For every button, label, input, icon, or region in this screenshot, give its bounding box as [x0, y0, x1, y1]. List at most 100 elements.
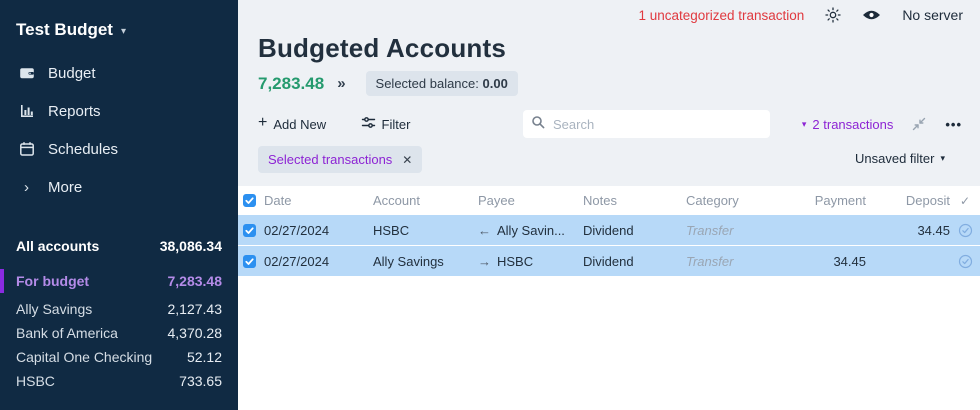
cell-category[interactable]: Transfer: [686, 223, 790, 238]
sidebar-item-label: Budget: [48, 65, 96, 82]
sidebar-item-reports[interactable]: Reports: [0, 92, 238, 130]
row-checkbox-cell: [238, 255, 264, 268]
sidebar-nav: Budget Reports Schedules › More: [0, 54, 238, 206]
transfer-arrow-right-icon: →: [478, 254, 491, 269]
cell-category[interactable]: Transfer: [686, 254, 790, 269]
sidebar-item-all-accounts[interactable]: All accounts 38,086.34: [0, 232, 238, 260]
column-header-date[interactable]: Date: [264, 193, 373, 208]
close-icon[interactable]: ✕: [402, 153, 412, 167]
toolbar-right: ▾ 2 transactions •••: [802, 110, 962, 138]
collapse-rows-icon[interactable]: [911, 116, 927, 132]
caret-down-icon: ▾: [940, 153, 945, 164]
column-header-payee[interactable]: Payee: [478, 193, 583, 208]
cleared-status-icon[interactable]: [958, 254, 973, 269]
more-menu-icon[interactable]: •••: [945, 117, 962, 132]
selected-balance-chip: Selected balance: 0.00: [366, 71, 518, 96]
filter-chip-row: Selected transactions ✕ Unsaved filter ▾: [258, 146, 980, 174]
sidebar-item-schedules[interactable]: Schedules: [0, 130, 238, 168]
transactions-count-dropdown[interactable]: ▾ 2 transactions: [802, 117, 893, 132]
account-name: Ally Savings: [16, 301, 92, 317]
bar-chart-icon: [18, 103, 35, 120]
cleared-check-icon: ✓: [960, 194, 970, 208]
page-title: Budgeted Accounts: [258, 33, 506, 64]
cell-account[interactable]: Ally Savings: [373, 254, 478, 269]
account-balance: 4,370.28: [168, 325, 223, 341]
cell-date[interactable]: 02/27/2024: [264, 254, 373, 269]
row-checkbox-cell: [238, 224, 264, 237]
theme-sun-icon[interactable]: [825, 7, 841, 23]
budget-file-menu[interactable]: Test Budget ▾: [0, 0, 238, 54]
search-input[interactable]: [551, 116, 762, 133]
budget-file-name: Test Budget: [16, 20, 113, 40]
transaction-row[interactable]: 02/27/2024 Ally Savings →HSBC Dividend T…: [238, 246, 980, 276]
sidebar-item-for-budget[interactable]: For budget 7,283.48: [0, 268, 238, 294]
plus-icon: +: [258, 115, 267, 133]
row-checkbox[interactable]: [243, 224, 256, 237]
cell-payee[interactable]: ←Ally Savin...: [478, 223, 583, 238]
account-name: Bank of America: [16, 325, 118, 341]
column-header-category[interactable]: Category: [686, 193, 790, 208]
selected-balance-value: 0.00: [483, 76, 508, 91]
sidebar-item-label: Schedules: [48, 141, 118, 158]
add-new-button[interactable]: + Add New: [258, 110, 326, 138]
column-header-account[interactable]: Account: [373, 193, 478, 208]
account-balance: 38,086.34: [160, 238, 222, 254]
filter-button[interactable]: Filter: [361, 110, 411, 138]
selected-transactions-filter-chip[interactable]: Selected transactions ✕: [258, 146, 422, 173]
expand-balance-icon[interactable]: »: [337, 75, 345, 92]
table-header-row: Date Account Payee Notes Category Paymen…: [238, 186, 980, 215]
sidebar-item-hsbc[interactable]: HSBC 733.65: [0, 369, 238, 393]
search-icon: [531, 115, 545, 134]
sidebar-item-capital-one-checking[interactable]: Capital One Checking 52.12: [0, 345, 238, 369]
account-balance: 52.12: [187, 349, 222, 365]
sidebar-item-more[interactable]: › More: [0, 168, 238, 206]
sidebar: Test Budget ▾ Budget Reports Schedules ›: [0, 0, 238, 410]
sidebar-item-label: Reports: [48, 103, 101, 120]
chevron-right-icon: ›: [18, 179, 35, 196]
chevron-down-icon: ▾: [121, 24, 126, 37]
transaction-row[interactable]: 02/27/2024 HSBC ←Ally Savin... Dividend …: [238, 215, 980, 245]
column-header-deposit[interactable]: Deposit: [866, 193, 950, 208]
account-name: Capital One Checking: [16, 349, 152, 365]
sidebar-item-budget[interactable]: Budget: [0, 54, 238, 92]
main-panel: 1 uncategorized transaction No server Bu…: [238, 0, 980, 410]
row-checkbox[interactable]: [243, 255, 256, 268]
sidebar-item-bank-of-america[interactable]: Bank of America 4,370.28: [0, 321, 238, 345]
cell-notes[interactable]: Dividend: [583, 254, 686, 269]
sidebar-item-label: More: [48, 179, 82, 196]
column-header-payment[interactable]: Payment: [790, 193, 866, 208]
account-balance: 2,127.43: [168, 301, 223, 317]
account-name: For budget: [16, 273, 89, 289]
account-total-balance[interactable]: 7,283.48: [258, 74, 324, 94]
calendar-icon: [18, 141, 35, 158]
sidebar-item-ally-savings[interactable]: Ally Savings 2,127.43: [0, 297, 238, 321]
account-name: HSBC: [16, 373, 55, 389]
toolbar: + Add New Filter ▾ 2 transactions •••: [258, 110, 962, 138]
select-all-checkbox[interactable]: [243, 194, 256, 207]
uncategorized-transactions-link[interactable]: 1 uncategorized transaction: [638, 8, 804, 23]
cell-deposit[interactable]: 34.45: [866, 223, 950, 238]
account-balance: 7,283.48: [168, 273, 223, 289]
cell-payment[interactable]: 34.45: [790, 254, 866, 269]
caret-down-icon: ▾: [802, 119, 807, 130]
transactions-table: Date Account Payee Notes Category Paymen…: [238, 186, 980, 410]
unsaved-filter-dropdown[interactable]: Unsaved filter ▾: [855, 151, 945, 166]
cell-payee[interactable]: →HSBC: [478, 254, 583, 269]
privacy-eye-icon[interactable]: [862, 8, 881, 22]
cell-notes[interactable]: Dividend: [583, 223, 686, 238]
cell-account[interactable]: HSBC: [373, 223, 478, 238]
sliders-icon: [361, 115, 376, 133]
sidebar-accounts: All accounts 38,086.34 For budget 7,283.…: [0, 232, 238, 393]
balance-row: 7,283.48 » Selected balance: 0.00: [258, 71, 518, 96]
server-status-button[interactable]: No server: [902, 7, 963, 23]
select-all-checkbox-cell: [238, 194, 264, 207]
column-header-notes[interactable]: Notes: [583, 193, 686, 208]
cell-date[interactable]: 02/27/2024: [264, 223, 373, 238]
account-balance: 733.65: [179, 373, 222, 389]
search-box: [523, 110, 770, 138]
account-name: All accounts: [16, 238, 99, 254]
top-status-bar: 1 uncategorized transaction No server: [638, 7, 963, 23]
cleared-status-icon[interactable]: [958, 223, 973, 238]
transfer-arrow-left-icon: ←: [478, 223, 491, 238]
wallet-icon: [18, 65, 35, 82]
